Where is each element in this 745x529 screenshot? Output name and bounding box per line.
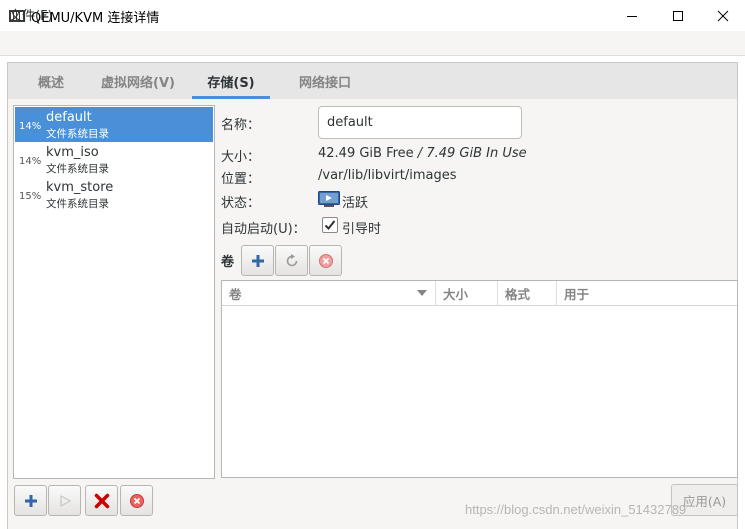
menu-file[interactable]: 文件(F) — [9, 5, 53, 24]
minimize-icon — [627, 15, 637, 17]
volume-table[interactable]: 卷 大小 格式 用于 — [221, 280, 738, 478]
pool-name-input[interactable] — [318, 106, 522, 139]
column-header-used-by[interactable]: 用于 — [557, 281, 737, 306]
pool-type: 文件系统目录 — [46, 163, 109, 175]
autostart-checkbox[interactable] — [322, 217, 338, 233]
minimize-button[interactable] — [609, 0, 655, 31]
state-label: 状态： — [221, 196, 261, 211]
volume-table-header: 卷 大小 格式 用于 — [222, 281, 737, 306]
state-value: 活跃 — [342, 196, 369, 211]
sort-down-icon — [417, 290, 427, 296]
tab-overview[interactable]: 概述 — [16, 63, 86, 99]
column-header-format[interactable]: 格式 — [498, 281, 557, 306]
size-label: 大小： — [221, 150, 261, 165]
plus-icon — [251, 254, 264, 267]
tab-network-interfaces[interactable]: 网络接口 — [280, 63, 370, 99]
pool-usage-percent: 14% — [19, 156, 42, 167]
checkmark-icon — [324, 220, 336, 230]
pool-name: kvm_iso — [46, 145, 99, 160]
running-state-icon — [318, 191, 340, 207]
pool-usage-percent: 15% — [19, 191, 42, 202]
volumes-label: 卷 — [221, 255, 235, 270]
autostart-label: 自动启动(U)： — [221, 222, 306, 237]
delete-x-icon — [94, 493, 109, 508]
add-pool-button[interactable] — [14, 485, 47, 516]
size-separator: / — [413, 146, 427, 161]
name-label: 名称： — [221, 118, 261, 133]
plus-icon — [24, 494, 37, 507]
size-value: 42.49 GiB Free / 7.49 GiB In Use — [318, 146, 527, 161]
pool-type: 文件系统目录 — [46, 128, 109, 140]
pool-item-kvm-iso[interactable]: 14% kvm_iso 文件系统目录 — [15, 142, 213, 177]
stop-icon — [129, 493, 144, 508]
stop-delete-icon — [318, 253, 333, 268]
delete-volume-button[interactable] — [309, 245, 342, 276]
menu-bar — [0, 31, 745, 56]
notebook-tabs: 概述 虚拟网络(V) 存储(S) 网络接口 — [7, 62, 738, 99]
location-label: 位置： — [221, 172, 261, 187]
pool-name: kvm_store — [46, 180, 114, 195]
close-button[interactable] — [700, 0, 745, 31]
refresh-icon — [286, 253, 297, 266]
column-header-volume[interactable]: 卷 — [222, 281, 436, 306]
pool-item-kvm-store[interactable]: 15% kvm_store 文件系统目录 — [15, 177, 213, 212]
maximize-button[interactable] — [655, 0, 701, 31]
tab-storage[interactable]: 存储(S) — [192, 63, 270, 99]
size-in-use: 7.49 GiB In Use — [426, 146, 527, 161]
start-pool-button[interactable] — [48, 485, 81, 516]
pool-usage-percent: 14% — [19, 121, 42, 132]
pool-name: default — [46, 110, 92, 125]
tab-virtual-networks[interactable]: 虚拟网络(V) — [80, 63, 196, 99]
active-tab-indicator — [192, 96, 270, 99]
delete-pool-button[interactable] — [85, 485, 118, 516]
close-icon — [717, 10, 729, 21]
watermark-text: https://blog.csdn.net/weixin_51432789 — [465, 502, 687, 517]
add-volume-button[interactable] — [241, 245, 274, 276]
size-free: 42.49 GiB Free — [318, 146, 414, 161]
play-icon — [60, 494, 71, 507]
location-value: /var/lib/libvirt/images — [318, 168, 457, 183]
autostart-value: 引导时 — [342, 222, 382, 237]
column-header-size[interactable]: 大小 — [436, 281, 498, 306]
pool-type: 文件系统目录 — [46, 198, 109, 210]
pool-item-default[interactable]: 14% default 文件系统目录 — [15, 107, 213, 142]
column-header-label: 卷 — [229, 287, 242, 302]
maximize-icon — [673, 10, 683, 21]
storage-pool-list[interactable]: 14% default 文件系统目录 14% kvm_iso 文件系统目录 15… — [13, 105, 215, 479]
stop-pool-button[interactable] — [120, 485, 153, 516]
refresh-volumes-button[interactable] — [275, 245, 308, 276]
